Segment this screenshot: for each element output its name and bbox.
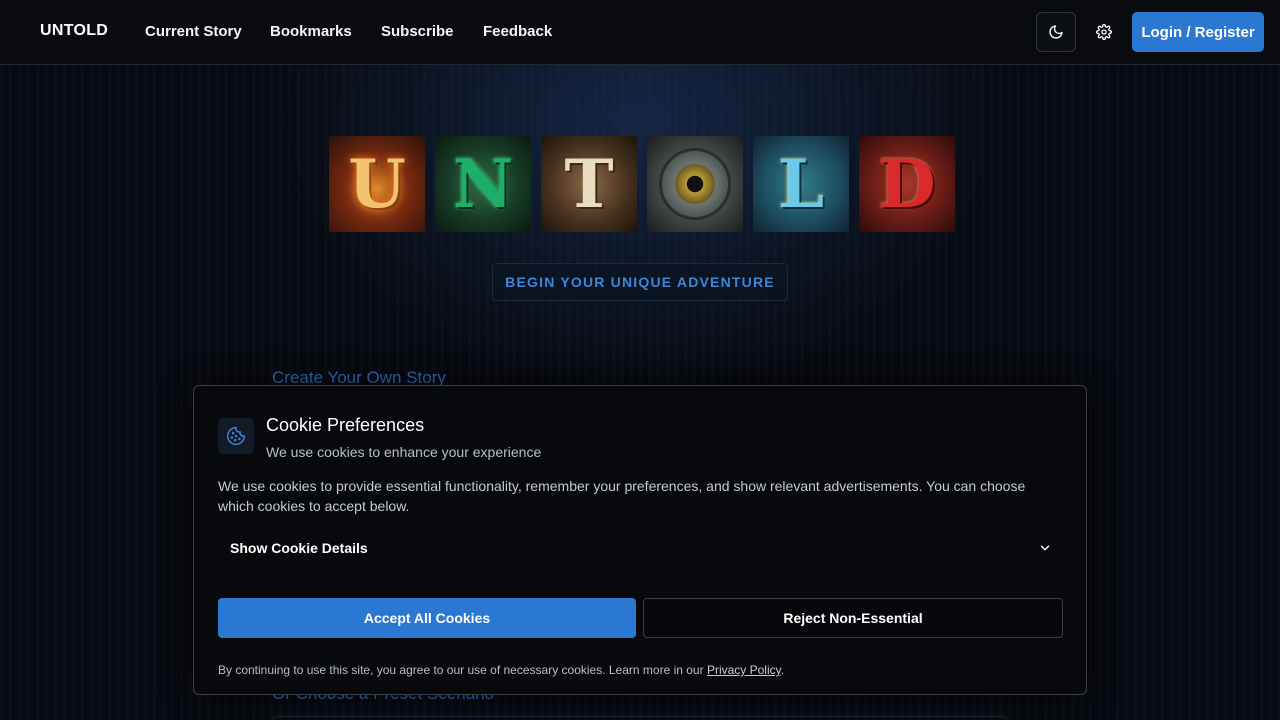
moon-icon	[1049, 25, 1063, 39]
eye-icon	[659, 148, 731, 220]
cookie-icon-container	[218, 418, 254, 454]
letter-tile-u: U	[329, 136, 425, 232]
chevron-down-icon	[1040, 545, 1050, 551]
gear-icon	[1096, 24, 1112, 40]
letter-tile-o	[647, 136, 743, 232]
top-navbar: UNTOLD Current Story Bookmarks Subscribe…	[0, 0, 1280, 65]
brand-logo[interactable]: UNTOLD	[40, 22, 108, 40]
cookie-footer-text: By continuing to use this site, you agre…	[218, 663, 707, 677]
cookie-dialog-subtitle: We use cookies to enhance your experienc…	[266, 444, 542, 460]
nav-link-feedback[interactable]: Feedback	[483, 23, 552, 40]
cookie-footer-end: .	[780, 663, 785, 677]
letter-tile-n: N	[435, 136, 531, 232]
cookie-icon	[226, 426, 246, 446]
cookie-dialog-title: Cookie Preferences	[266, 415, 425, 435]
settings-button[interactable]	[1084, 12, 1124, 52]
cookie-preferences-dialog: Cookie Preferences We use cookies to enh…	[193, 385, 1087, 695]
cookie-footer-note: By continuing to use this site, you agre…	[218, 663, 784, 677]
hero-title-tiles: U N T L D	[329, 136, 955, 232]
show-cookie-details-toggle[interactable]: Show Cookie Details	[218, 532, 1064, 564]
reject-non-essential-button[interactable]: Reject Non-Essential	[643, 598, 1063, 638]
cookie-details-label: Show Cookie Details	[230, 540, 368, 556]
cookie-dialog-description: We use cookies to provide essential func…	[218, 478, 1026, 514]
nav-link-bookmarks[interactable]: Bookmarks	[270, 23, 352, 40]
privacy-policy-link[interactable]: Privacy Policy	[707, 663, 781, 677]
nav-link-subscribe[interactable]: Subscribe	[381, 23, 454, 40]
letter-tile-l: L	[753, 136, 849, 232]
login-register-button[interactable]: Login / Register	[1132, 12, 1264, 52]
accept-all-cookies-button[interactable]: Accept All Cookies	[218, 598, 636, 638]
preset-scenario-panel	[272, 716, 1008, 720]
begin-adventure-button[interactable]: BEGIN YOUR UNIQUE ADVENTURE	[492, 263, 788, 301]
letter-tile-d: D	[859, 136, 955, 232]
nav-link-current-story[interactable]: Current Story	[145, 23, 242, 40]
theme-toggle-button[interactable]	[1036, 12, 1076, 52]
letter-tile-t: T	[541, 136, 637, 232]
